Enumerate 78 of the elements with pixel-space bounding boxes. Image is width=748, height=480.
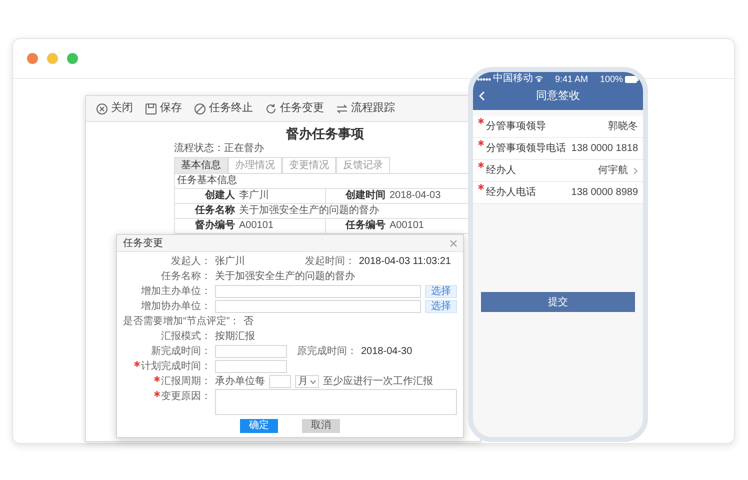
window-control[interactable] [67,53,78,64]
field-label: 原完成时间： [297,344,357,359]
field-label: 增加主办单位： [141,284,211,299]
field-value: 2018-04-03 11:03:21 [358,255,451,269]
page-title: 督办任务事项 [285,126,365,142]
textarea-field[interactable] [215,389,457,415]
clock-text: 9:41 AM [554,73,588,85]
carrier-text: 中国移动 [493,73,533,85]
field-value: 2018-04-30 [361,345,412,359]
field-label: 汇报模式： [161,330,211,344]
row-label: 经办人电话 [486,186,536,200]
submit-button[interactable]: 提交 [481,292,635,312]
form-row[interactable]: 经办人 何宇航 [473,160,643,182]
dialog-title: 任务变更 [123,236,163,250]
field-label: 计划完成时间： [141,360,211,374]
field-label: 督办编号 [194,219,235,233]
toolbar-button[interactable]: 任务变更 [265,100,324,117]
field-label: 汇报周期： [161,374,211,389]
unit-dropdown[interactable]: 月 [295,375,319,388]
field-value: 否 [244,315,254,329]
field-text: 承办单位每 [215,374,265,389]
field-label: 新完成时间： [151,344,211,359]
tab[interactable]: 基本信息 [174,157,228,173]
field-label: 增加协办单位： [141,300,211,314]
field-label: 任务名称： [161,270,211,284]
select-button[interactable]: 选择 [425,300,457,313]
field-value: 2018-04-03 [390,189,441,203]
row-value: 138 0000 8989 [571,186,638,200]
toolbar-button[interactable]: 保存 [145,100,182,117]
floppy-icon [145,102,157,114]
chevron-right-icon [633,166,638,174]
field-value: A00101 [239,219,274,233]
stop-icon [194,102,206,114]
input-field[interactable] [215,360,287,373]
field-label: 发起时间： [304,254,355,269]
field-label: 创建时间 [344,189,386,203]
row-label: 分管事项领导 [486,120,546,134]
signal-icon [477,78,491,80]
field-value: 张广川 [215,254,245,269]
row-label: 经办人 [486,164,516,178]
chevron-down-icon [310,380,316,384]
field-label: 任务名称 [194,204,235,218]
field-label: 创建人 [204,189,235,203]
field-label: 是否需要增加“节点评定”： [123,314,240,329]
battery-text: 100% [600,73,623,85]
toolbar-button[interactable]: 任务终止 [194,100,253,117]
close-icon [96,102,108,114]
field-value: 按期汇报 [215,330,255,344]
status-text: 流程状态：正在督办 [174,142,265,155]
battery-icon [625,76,639,82]
row-label: 分管事项领导电话 [486,142,566,156]
field-value: 关于加强安全生产的问题的督办 [215,270,355,284]
input-field[interactable] [215,345,287,358]
field-value: 李广川 [239,189,269,203]
window-control[interactable] [47,53,58,64]
row-value: 何宇航 [598,164,628,178]
input-field[interactable] [215,300,421,313]
select-button[interactable]: 选择 [425,285,457,298]
swap-arrows-icon [336,102,348,114]
field-text: 至少应进行一次工作汇报 [323,374,433,389]
toolbar-button[interactable]: 关闭 [96,100,133,117]
toolbar-button[interactable]: 流程跟踪 [336,100,395,117]
field-label: 任务编号 [344,219,386,233]
wifi-icon [535,76,543,82]
close-icon [450,240,457,246]
window-control[interactable] [27,53,38,64]
back-icon[interactable] [479,91,485,101]
input-field[interactable] [269,375,291,388]
field-label: 变更原因： [161,390,211,404]
field-value: 关于加强安全生产的问题的督办 [239,204,379,218]
row-value: 郭晓冬 [608,120,638,134]
field-label: 发起人： [171,254,211,269]
input-field[interactable] [215,285,421,298]
row-value: 138 0000 1818 [571,142,638,156]
dialog-button[interactable]: 取消 [302,419,340,433]
field-value: A00101 [390,219,424,233]
refresh-icon [265,102,277,114]
screen-title: 同意签收 [536,88,580,104]
